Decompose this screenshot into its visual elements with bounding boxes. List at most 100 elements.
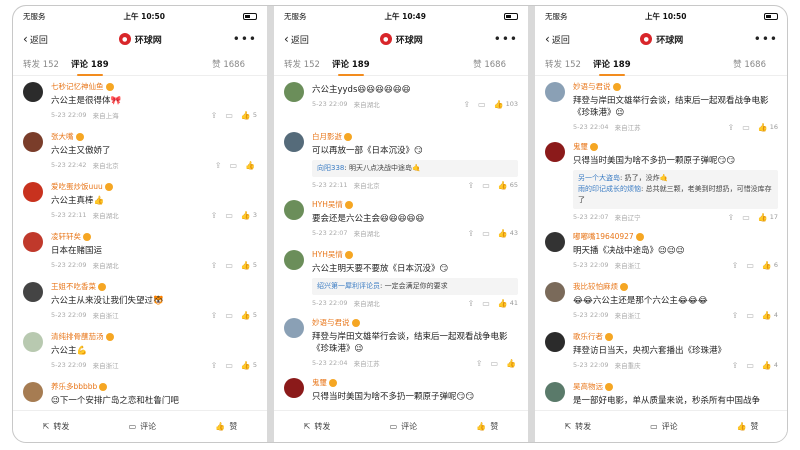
like-button[interactable]: 👍 <box>245 161 257 170</box>
tab-comments[interactable]: 评论 189 <box>71 58 109 76</box>
share-button[interactable]: ⇪ <box>467 299 474 308</box>
reply-box[interactable]: 向阳338: 明天八点决战中途岛🤙 <box>312 160 518 177</box>
reply-button[interactable]: ▭ <box>225 211 233 220</box>
avatar[interactable] <box>545 332 565 352</box>
avatar[interactable] <box>545 82 565 102</box>
comment-list[interactable]: 六公主yyds😆😆😆😆😆😆 5-23 22:09 来自湖北 ⇪ ▭ 👍 103 白月影逝 可以再… <box>274 76 528 410</box>
username[interactable]: 养乐多bbbbb <box>51 381 257 392</box>
tab-comments[interactable]: 评论 189 <box>593 58 631 76</box>
like-button[interactable]: 👍 65 <box>498 181 518 190</box>
reply-button[interactable]: ▭ <box>225 311 233 320</box>
tab-repost[interactable]: 转发 152 <box>284 58 320 70</box>
share-button[interactable]: ⇪ <box>211 211 218 220</box>
share-button[interactable]: ⇪ <box>211 261 218 270</box>
like-button[interactable]: 👍 4 <box>762 361 778 370</box>
avatar[interactable] <box>284 318 304 338</box>
avatar[interactable] <box>545 382 565 402</box>
avatar[interactable] <box>284 378 304 398</box>
like-button[interactable]: 👍 赞 <box>737 421 759 432</box>
avatar[interactable] <box>23 282 43 302</box>
back-button[interactable]: ‹ 返回 <box>284 32 309 46</box>
reply-button[interactable]: ▭ <box>229 161 237 170</box>
like-button[interactable]: 👍 赞 <box>476 421 498 432</box>
reply-author[interactable]: 向阳338 <box>317 164 344 172</box>
share-button[interactable]: ⇪ <box>463 100 470 109</box>
avatar[interactable] <box>545 232 565 252</box>
comment-list[interactable]: 七秒记忆神仙鱼 六公主是很得体🎀 5-23 22:09 来自上海 ⇪ ▭ 👍 5 张大嘴 六公主又… <box>13 76 267 410</box>
username[interactable]: 鬼璽 <box>573 141 778 152</box>
avatar[interactable] <box>23 332 43 352</box>
share-button[interactable]: ⇪ <box>732 261 739 270</box>
reply-button[interactable]: ▭ <box>746 311 754 320</box>
tab-likes[interactable]: 赞 1686 <box>733 58 766 70</box>
like-button[interactable]: 👍 6 <box>762 261 778 270</box>
back-button[interactable]: ‹ 返回 <box>545 32 570 46</box>
avatar[interactable] <box>284 200 304 220</box>
like-button[interactable]: 👍 43 <box>498 229 518 238</box>
more-button[interactable]: ••• <box>494 32 518 46</box>
like-button[interactable]: 👍 17 <box>758 213 778 222</box>
reply-button[interactable]: ▭ <box>482 299 490 308</box>
back-button[interactable]: ‹ 返回 <box>23 32 48 46</box>
share-button[interactable]: ⇪ <box>727 213 734 222</box>
like-button[interactable]: 👍 41 <box>498 299 518 308</box>
like-button[interactable]: 👍 5 <box>241 311 257 320</box>
username[interactable]: 歌乐行者 <box>573 331 778 342</box>
reply-button[interactable]: ▭ <box>742 213 750 222</box>
reply-button[interactable]: ▭ <box>478 100 486 109</box>
username[interactable]: HYH吴情 <box>312 199 518 210</box>
avatar[interactable] <box>284 82 304 102</box>
tab-likes[interactable]: 赞 1686 <box>473 58 506 70</box>
like-button[interactable]: 👍 5 <box>241 361 257 370</box>
avatar[interactable] <box>23 82 43 102</box>
reply-author[interactable]: 另一个大盗岛 <box>578 174 620 182</box>
like-button[interactable]: 👍 5 <box>241 111 257 120</box>
avatar[interactable] <box>23 182 43 202</box>
reply-author[interactable]: 绍兴第一犀利评论员 <box>317 282 380 290</box>
reply-button[interactable]: ▭ <box>742 123 750 132</box>
share-button[interactable]: ⇪ <box>732 311 739 320</box>
tab-likes[interactable]: 赞 1686 <box>212 58 245 70</box>
like-button[interactable]: 👍 3 <box>241 211 257 220</box>
reply-button[interactable]: ▭ <box>746 261 754 270</box>
share-button[interactable]: ⇪ <box>467 181 474 190</box>
share-button[interactable]: ⇪ <box>211 361 218 370</box>
tab-repost[interactable]: 转发 152 <box>23 58 59 70</box>
like-button[interactable]: 👍 16 <box>758 123 778 132</box>
reply-button[interactable]: ▭ <box>482 229 490 238</box>
reply-button[interactable]: ▭ <box>746 361 754 370</box>
username[interactable]: 妙语与君说 <box>573 81 778 92</box>
username[interactable]: 鬼璽 <box>312 377 518 388</box>
avatar[interactable] <box>23 382 43 402</box>
username[interactable]: HYH吴情 <box>312 249 518 260</box>
repost-button[interactable]: ⇱ 转发 <box>304 421 331 432</box>
username[interactable]: 王姐不吃香菜 <box>51 281 257 292</box>
username[interactable]: 张大嘴 <box>51 131 257 142</box>
reply-button[interactable]: ▭ <box>225 261 233 270</box>
username[interactable]: 清纯排骨蘸茄汤 <box>51 331 257 342</box>
comment-button[interactable]: ▭ 评论 <box>129 421 157 432</box>
share-button[interactable]: ⇪ <box>727 123 734 132</box>
reply-button[interactable]: ▭ <box>482 181 490 190</box>
like-button[interactable]: 👍 <box>506 359 518 368</box>
comment-list[interactable]: 妙语与君说 拜登与岸田文雄举行会谈，结束后一起观看战争电影《珍珠港》😉 5-23 2… <box>535 76 787 410</box>
reply-button[interactable]: ▭ <box>225 111 233 120</box>
share-button[interactable]: ⇪ <box>211 311 218 320</box>
reply-button[interactable]: ▭ <box>225 361 233 370</box>
username[interactable]: 我比较怕麻烦 <box>573 281 778 292</box>
username[interactable]: 凌轩轩矣 <box>51 231 257 242</box>
share-button[interactable]: ⇪ <box>211 111 218 120</box>
username[interactable]: 妙语与君说 <box>312 317 518 328</box>
username[interactable]: 七秒记忆神仙鱼 <box>51 81 257 92</box>
username[interactable]: 白月影逝 <box>312 131 518 142</box>
share-button[interactable]: ⇪ <box>467 229 474 238</box>
reply-author[interactable]: 雨的印记成长的烦恼 <box>578 185 641 193</box>
avatar[interactable] <box>284 132 304 152</box>
avatar[interactable] <box>23 232 43 252</box>
reply-button[interactable]: ▭ <box>490 359 498 368</box>
like-button[interactable]: 👍 5 <box>241 261 257 270</box>
repost-button[interactable]: ⇱ 转发 <box>43 421 70 432</box>
like-button[interactable]: 👍 赞 <box>215 421 237 432</box>
username[interactable]: 爱吃蛋炒饭uuu <box>51 181 257 192</box>
avatar[interactable] <box>23 132 43 152</box>
